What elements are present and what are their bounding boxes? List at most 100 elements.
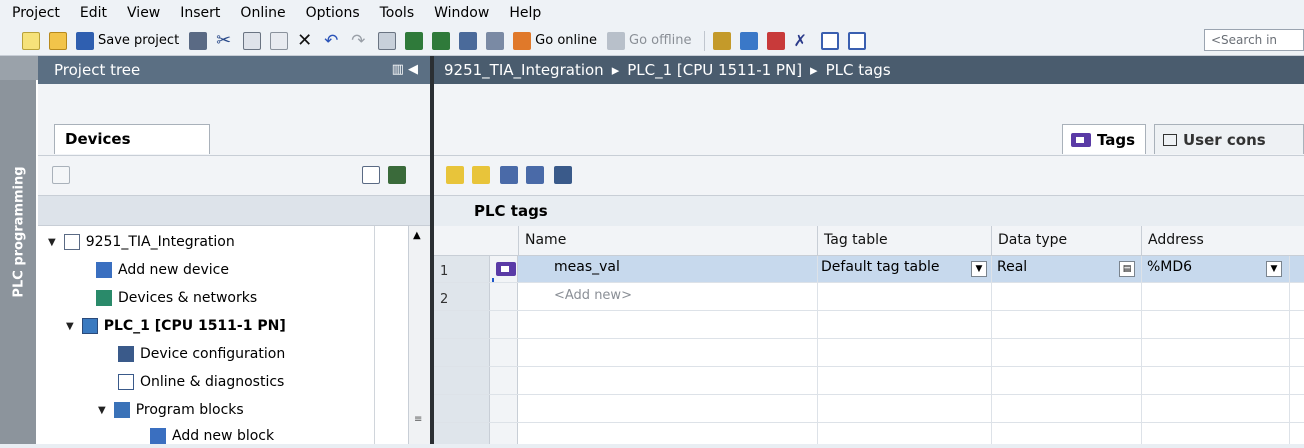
menu-project[interactable]: Project: [12, 5, 60, 21]
tree-item-device-configuration[interactable]: Device configuration: [118, 342, 285, 366]
tree-item-add-new-block[interactable]: Add new block: [150, 424, 274, 448]
open-project-icon[interactable]: [49, 31, 67, 50]
tab-user-constants[interactable]: User cons: [1154, 124, 1304, 154]
column-divider: [817, 256, 818, 444]
expand-arrow-icon[interactable]: ▼: [98, 405, 106, 416]
plc-programming-strip[interactable]: PLC programming: [0, 80, 38, 444]
stop-cpu-icon[interactable]: [766, 31, 785, 50]
menu-window[interactable]: Window: [434, 5, 489, 21]
cut-icon[interactable]: ✂: [216, 31, 234, 50]
data-type-browse-icon[interactable]: ▤: [1119, 261, 1135, 277]
accessible-devices-icon[interactable]: [712, 31, 731, 50]
scroll-up-icon[interactable]: ▲: [413, 230, 421, 241]
column-header-address[interactable]: Address: [1141, 226, 1289, 256]
column-header-data-type[interactable]: Data type: [991, 226, 1141, 256]
user-constants-icon: [1163, 133, 1177, 146]
tree-item-add-new-device[interactable]: Add new device: [96, 258, 229, 282]
project-tree-header: Project tree ▥ ◀: [38, 56, 430, 84]
plc-programming-strip-label-wrap: PLC programming: [0, 80, 38, 444]
expand-arrow-icon[interactable]: ▼: [66, 321, 74, 332]
cross-reference-icon[interactable]: ✗: [794, 31, 812, 50]
table-header: Name Tag table Data type Address: [434, 226, 1304, 256]
expand-arrow-icon[interactable]: ▼: [48, 237, 56, 248]
tab-tags[interactable]: Tags: [1062, 124, 1146, 154]
monitor-all-icon[interactable]: [554, 166, 572, 184]
add-row-icon[interactable]: [446, 166, 464, 184]
tree-item-label: Devices & networks: [118, 290, 258, 306]
breadcrumb-plc[interactable]: PLC_1 [CPU 1511-1 PN]: [627, 61, 802, 79]
print-icon[interactable]: [189, 31, 208, 50]
table-title: PLC tags: [434, 196, 1304, 226]
scroll-grip-icon[interactable]: ≡: [414, 414, 422, 425]
upload-icon[interactable]: [432, 31, 451, 50]
tree-item-label: Program blocks: [135, 402, 244, 418]
menu-view[interactable]: View: [127, 5, 160, 21]
address-dropdown-icon[interactable]: ▼: [1266, 261, 1282, 277]
tag-name-cell[interactable]: meas_val: [554, 259, 620, 275]
tree-item-program-blocks[interactable]: ▼ Program blocks: [98, 398, 244, 422]
tag-table-dropdown-icon[interactable]: ▼: [971, 261, 987, 277]
tree-item-plc1[interactable]: ▼ PLC_1 [CPU 1511-1 PN]: [66, 314, 286, 338]
device-icon[interactable]: [459, 31, 478, 50]
search-input[interactable]: <Search in: [1204, 29, 1304, 51]
row-number[interactable]: 1: [440, 264, 448, 279]
data-type-cell[interactable]: Real: [997, 259, 1027, 275]
menu-options[interactable]: Options: [306, 5, 360, 21]
copy-icon[interactable]: [243, 31, 262, 50]
menu-insert[interactable]: Insert: [180, 5, 220, 21]
tree-item-project[interactable]: ▼ 9251_TIA_Integration: [48, 230, 235, 254]
go-offline-button[interactable]: Go offline: [629, 33, 692, 48]
project-tree-title: Project tree: [54, 61, 141, 79]
menu-bar: Project Edit View Insert Online Options …: [0, 0, 1304, 26]
row-separator: [434, 282, 1304, 283]
view-overview-icon[interactable]: [362, 166, 380, 184]
breadcrumb-plc-tags[interactable]: PLC tags: [826, 61, 891, 79]
collapse-panel-icon[interactable]: ▥ ◀: [392, 62, 418, 77]
go-online-button[interactable]: Go online: [535, 33, 597, 48]
folder-icon: [113, 402, 130, 418]
tag-table-cell[interactable]: Default tag table: [821, 259, 939, 275]
go-online-icon[interactable]: [513, 31, 532, 50]
row-number[interactable]: 2: [440, 292, 448, 307]
add-new-row[interactable]: <Add new>: [554, 288, 632, 303]
undo-icon[interactable]: ↶: [324, 32, 342, 50]
tree-column-divider: [374, 226, 408, 444]
save-icon[interactable]: [76, 31, 94, 50]
redo-icon[interactable]: ↷: [351, 32, 369, 50]
devices-toolbar: [38, 156, 430, 196]
menu-help[interactable]: Help: [509, 5, 541, 21]
split-horizontal-icon[interactable]: [820, 31, 839, 50]
tree-item-label: Device configuration: [140, 346, 286, 362]
menu-online[interactable]: Online: [240, 5, 285, 21]
maximize-view-icon[interactable]: [388, 166, 406, 184]
save-project-button[interactable]: Save project: [98, 33, 179, 48]
address-cell[interactable]: %MD6: [1147, 259, 1192, 275]
go-offline-icon[interactable]: [607, 31, 625, 50]
device-configuration-icon: [118, 346, 134, 362]
simulation-icon[interactable]: [486, 31, 505, 50]
insert-row-icon[interactable]: [472, 166, 490, 184]
new-project-icon[interactable]: [22, 31, 40, 50]
import-icon[interactable]: [526, 166, 544, 184]
split-vertical-icon[interactable]: [847, 31, 866, 50]
tree-item-label: PLC_1 [CPU 1511-1 PN]: [103, 318, 286, 334]
export-icon[interactable]: [500, 166, 518, 184]
toolbar-separator: [703, 30, 705, 51]
tree-item-devices-networks[interactable]: Devices & networks: [96, 286, 257, 310]
column-header-name[interactable]: Name: [518, 226, 817, 256]
compile-icon[interactable]: [378, 31, 397, 50]
start-cpu-icon[interactable]: [739, 31, 758, 50]
menu-tools[interactable]: Tools: [380, 5, 415, 21]
download-icon[interactable]: [405, 31, 424, 50]
breadcrumb-separator: ▸: [810, 61, 818, 79]
delete-icon[interactable]: ✕: [297, 31, 315, 50]
tree-scrollbar[interactable]: ▲ ≡: [408, 226, 430, 444]
row-separator: [434, 422, 1304, 423]
column-header-tag-table[interactable]: Tag table: [817, 226, 991, 256]
tab-devices[interactable]: Devices: [54, 124, 210, 154]
tree-item-online-diagnostics[interactable]: Online & diagnostics: [118, 370, 284, 394]
add-item-icon[interactable]: [52, 166, 70, 184]
breadcrumb-project[interactable]: 9251_TIA_Integration: [444, 61, 604, 79]
paste-icon[interactable]: [270, 31, 289, 50]
menu-edit[interactable]: Edit: [80, 5, 107, 21]
